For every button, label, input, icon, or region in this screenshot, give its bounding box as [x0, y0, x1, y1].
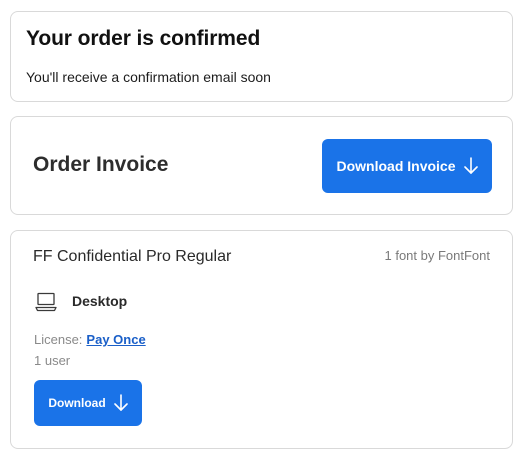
- arrow-down-icon: [113, 394, 128, 412]
- font-order-item-card: FF Confidential Pro Regular 1 font by Fo…: [10, 230, 513, 449]
- font-name: FF Confidential Pro Regular: [33, 248, 232, 265]
- confirmation-title: Your order is confirmed: [26, 27, 261, 50]
- download-invoice-button[interactable]: Download Invoice: [322, 139, 492, 193]
- platform-label: Desktop: [72, 293, 128, 309]
- download-font-label: Download: [48, 396, 106, 410]
- license-label: License:: [34, 332, 83, 347]
- download-font-button[interactable]: Download: [34, 380, 142, 426]
- desktop-monitor-icon: [35, 292, 57, 317]
- font-meta: 1 font by FontFont: [384, 248, 490, 263]
- confirmation-subtitle: You'll receive a confirmation email soon: [26, 69, 271, 85]
- license-row: License: Pay Once: [34, 332, 146, 347]
- arrow-down-icon: [463, 157, 478, 175]
- user-count: 1 user: [34, 353, 71, 368]
- download-invoice-label: Download Invoice: [336, 158, 456, 174]
- order-confirmed-card: Your order is confirmed You'll receive a…: [10, 11, 513, 102]
- license-link[interactable]: Pay Once: [86, 332, 145, 347]
- order-invoice-card: Order Invoice Download Invoice: [10, 116, 513, 215]
- invoice-title: Order Invoice: [33, 153, 169, 176]
